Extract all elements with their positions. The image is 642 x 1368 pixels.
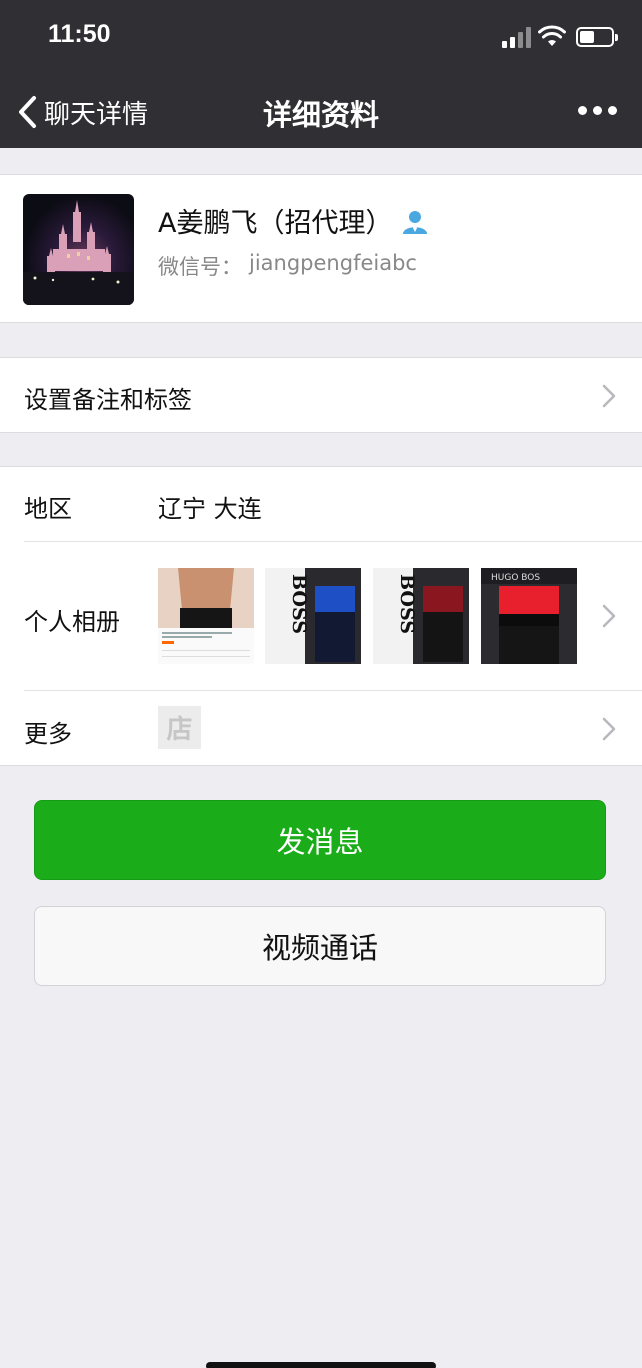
home-indicator bbox=[206, 1362, 436, 1368]
more-button[interactable] bbox=[578, 100, 618, 122]
profile-card: A姜鹏飞（招代理） 微信号： jiangpengfeiabc bbox=[0, 174, 642, 323]
region-label: 地区 bbox=[24, 495, 72, 523]
send-message-button[interactable]: 发消息 bbox=[34, 800, 606, 880]
wechat-id: jiangpengfeiabc bbox=[249, 251, 417, 275]
wechat-id-label: 微信号： bbox=[158, 255, 242, 279]
album-photo-boss-red[interactable]: BOSS bbox=[373, 568, 469, 664]
svg-text:BOSS: BOSS bbox=[396, 574, 418, 634]
wifi-icon bbox=[538, 25, 566, 46]
page-title: 详细资料 bbox=[262, 98, 379, 132]
castle-image bbox=[23, 200, 134, 305]
album-label: 个人相册 bbox=[24, 608, 120, 636]
more-label: 更多 bbox=[24, 720, 72, 748]
top-bar: 11:50 聊天详情 详细资料 bbox=[0, 0, 642, 148]
chevron-right-icon bbox=[602, 384, 616, 408]
chevron-right-icon bbox=[602, 604, 616, 628]
status-time: 11:50 bbox=[48, 20, 111, 48]
chevron-right-icon bbox=[602, 717, 616, 741]
video-call-button[interactable]: 视频通话 bbox=[34, 906, 606, 986]
contact-name: A姜鹏飞（招代理） bbox=[158, 208, 393, 239]
set-remark-row[interactable]: 设置备注和标签 bbox=[0, 357, 642, 433]
more-row[interactable]: 更多 bbox=[0, 691, 642, 767]
album-photo-hugo-boss-red[interactable]: HUGO BOS bbox=[481, 568, 577, 664]
region-value: 辽宁 大连 bbox=[158, 495, 262, 523]
svg-text:HUGO BOS: HUGO BOS bbox=[491, 573, 540, 583]
signal-icon bbox=[502, 26, 532, 48]
status-icons bbox=[488, 24, 618, 50]
album-photo-model[interactable] bbox=[158, 568, 254, 664]
album-photo-boss-blue[interactable]: BOSS bbox=[265, 568, 361, 664]
more-dots-icon bbox=[578, 106, 587, 115]
svg-text:BOSS: BOSS bbox=[288, 574, 310, 634]
avatar[interactable] bbox=[23, 194, 134, 305]
battery-icon bbox=[576, 27, 618, 47]
shop-icon[interactable]: 店 bbox=[158, 706, 201, 749]
set-remark-label: 设置备注和标签 bbox=[24, 386, 192, 414]
contact-badge-icon bbox=[403, 211, 427, 234]
